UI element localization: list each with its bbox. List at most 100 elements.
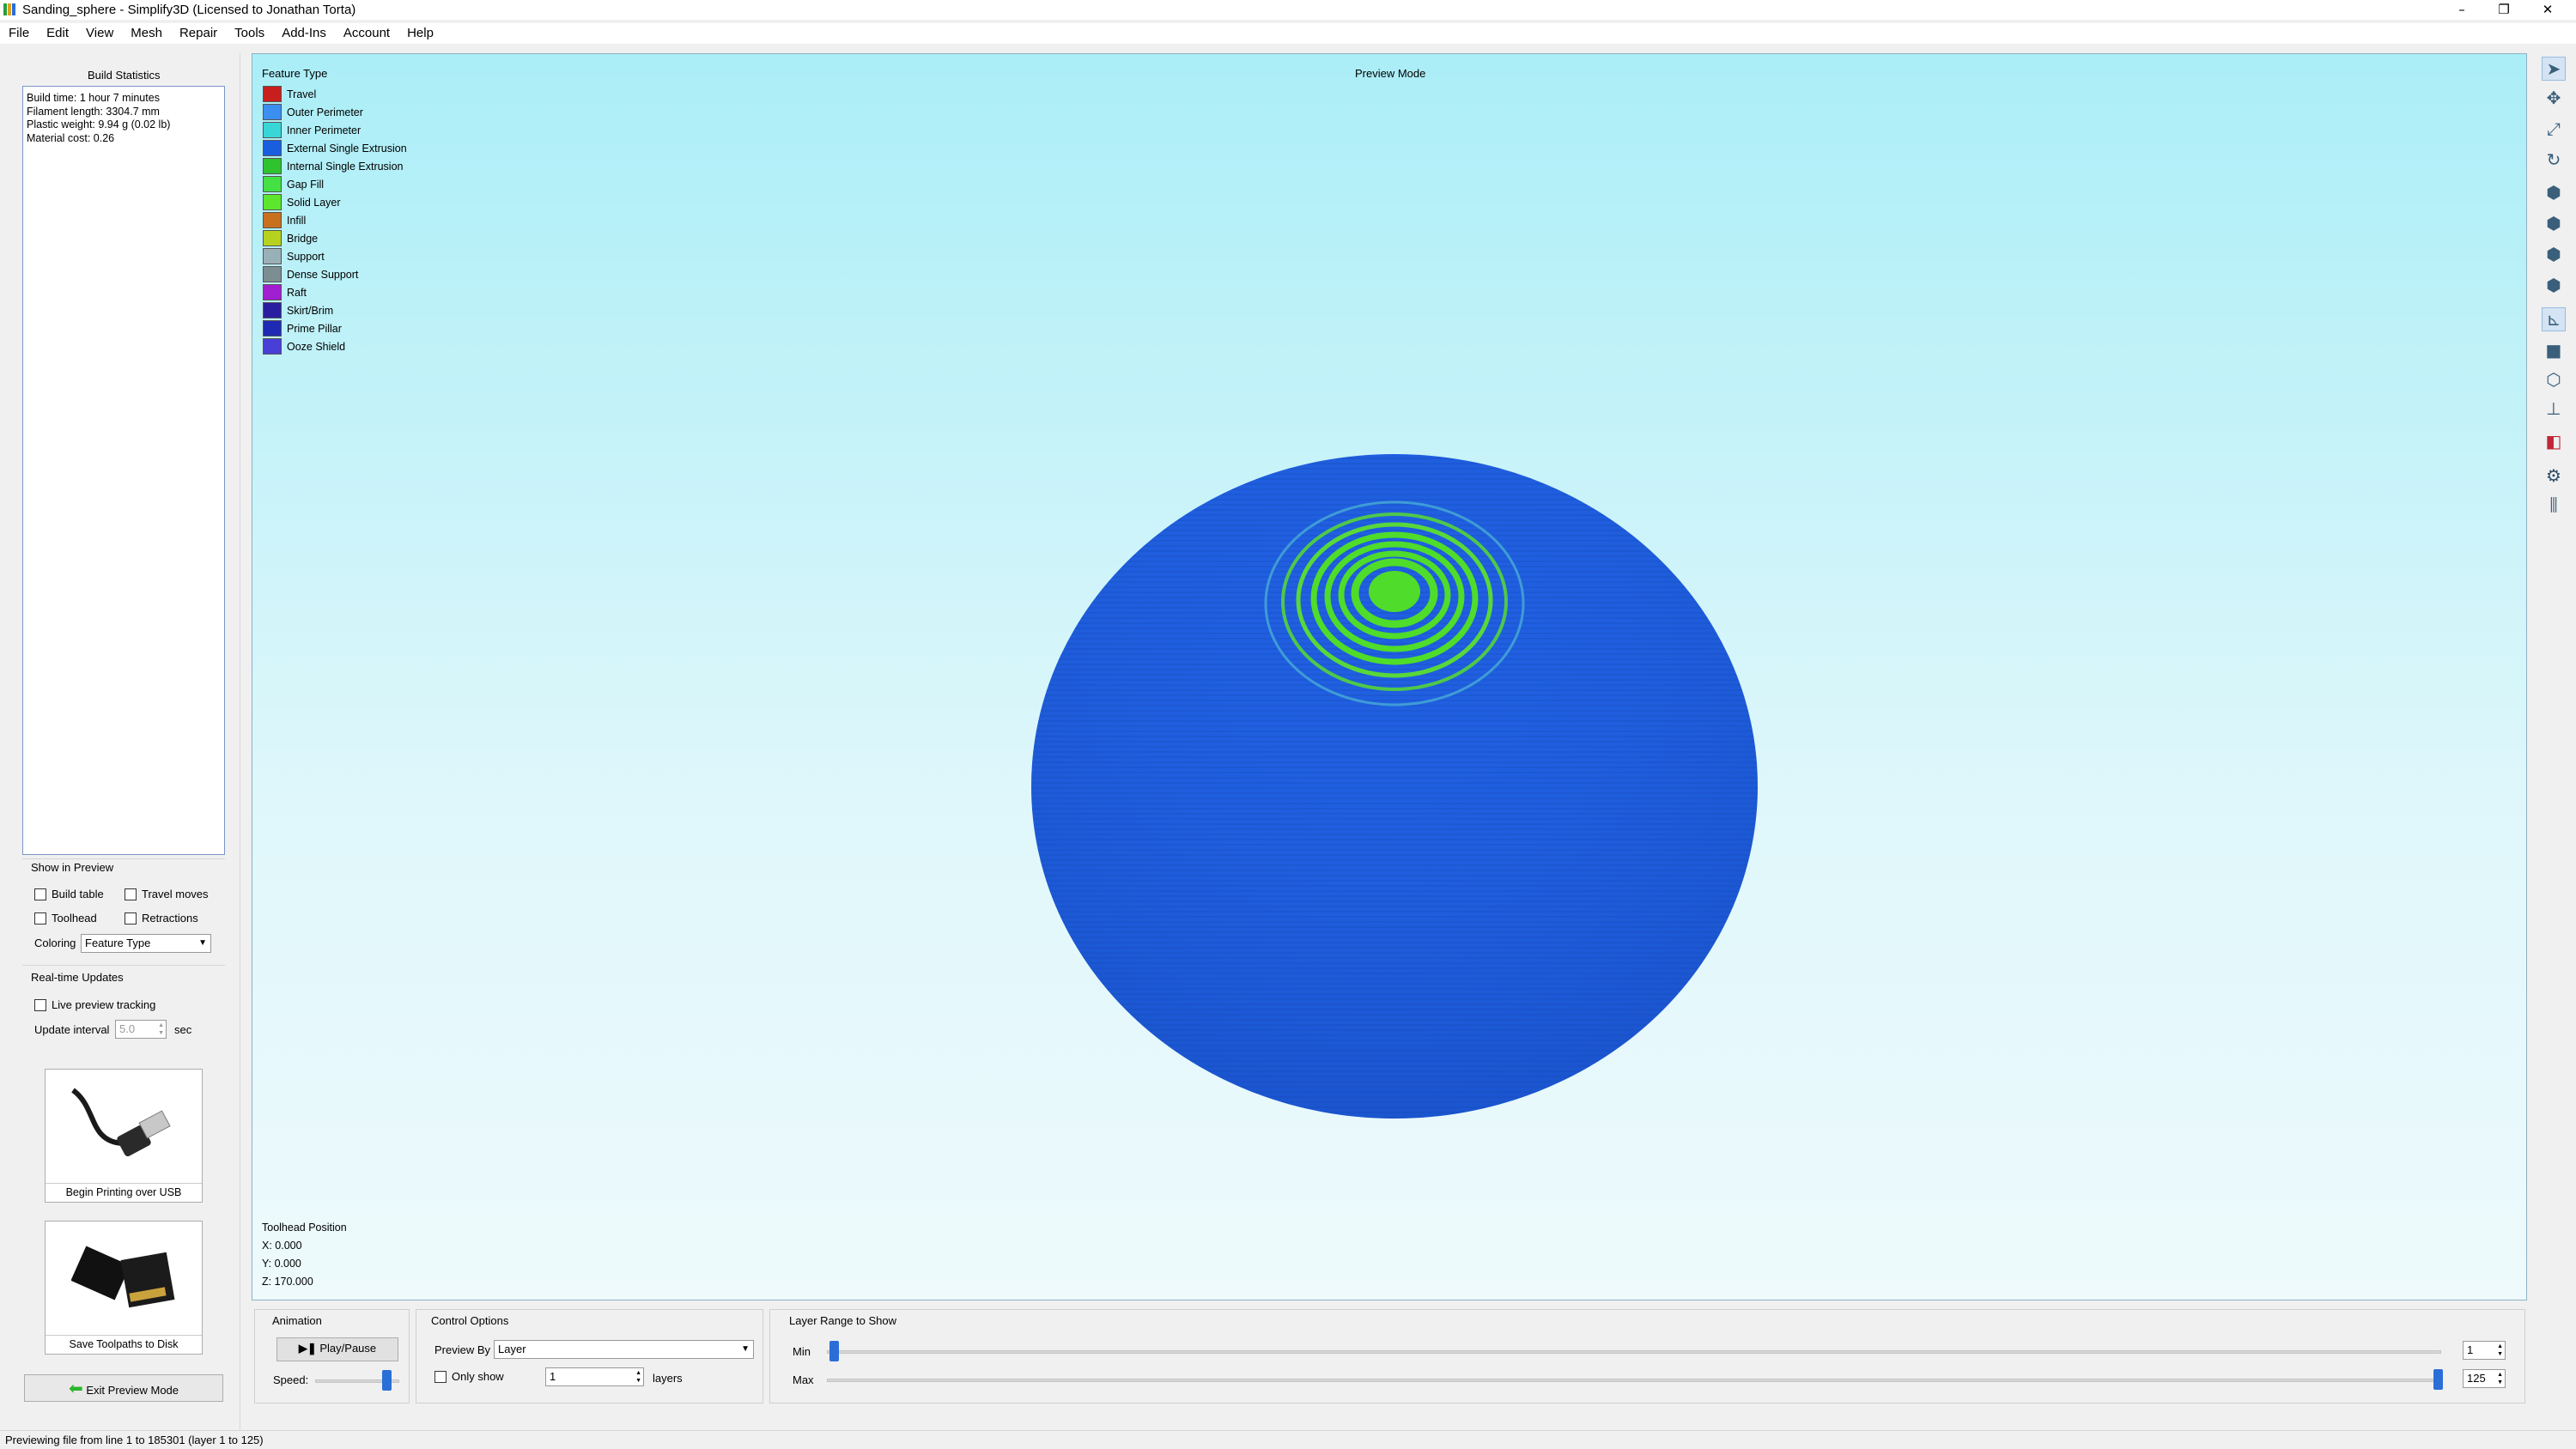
retractions-checkbox[interactable]: Retractions [125, 912, 198, 925]
window-title: Sanding_sphere - Simplify3D (Licensed to… [22, 3, 356, 17]
min-layer-slider-track[interactable] [827, 1350, 2441, 1354]
coloring-select[interactable]: Feature Type ▼ [81, 934, 211, 953]
restore-button[interactable]: ❐ [2484, 0, 2524, 20]
travel-moves-label: Travel moves [142, 888, 209, 900]
build-table-label: Build table [52, 888, 104, 900]
swatch [263, 230, 282, 246]
sphere-model[interactable] [1025, 397, 1884, 1170]
legend-title: Feature Type [262, 67, 328, 80]
realtime-header: Real-time Updates [31, 971, 124, 984]
spin-arrows-icon[interactable]: ▲ ▼ [2497, 1371, 2503, 1386]
legend-label: Inner Perimeter [287, 124, 361, 136]
max-layer-slider-track[interactable] [827, 1379, 2441, 1382]
checkbox-box[interactable] [34, 912, 46, 925]
min-layer-input[interactable]: 1 ▲ ▼ [2463, 1341, 2506, 1360]
select-tool-icon[interactable]: ➤ [2542, 57, 2566, 81]
swatch [263, 338, 282, 355]
menu-edit[interactable]: Edit [38, 23, 77, 44]
menu-bar: File Edit View Mesh Repair Tools Add-Ins… [0, 23, 2576, 44]
checkbox-box[interactable] [34, 998, 46, 1011]
view-front-icon[interactable]: ⬢ [2542, 211, 2566, 235]
build-table-icon[interactable]: ⊥ [2542, 397, 2566, 421]
save-toolpaths-button[interactable]: Save Toolpaths to Disk [45, 1221, 203, 1355]
stat-plastic-weight: Plastic weight: 9.94 g (0.02 lb) [27, 118, 171, 130]
bottom-panel: Animation ▶❚ Play/Pause Speed: Control O… [252, 1303, 2527, 1404]
build-stats-box: Build time: 1 hour 7 minutes Filament le… [22, 86, 225, 855]
menu-tools[interactable]: Tools [226, 23, 273, 44]
preview-viewport[interactable]: Preview Mode Feature Type Travel Outer P… [252, 53, 2527, 1300]
only-show-layers-input[interactable]: 1 ▲ ▼ [545, 1367, 644, 1386]
checkbox-box[interactable] [125, 912, 137, 925]
cross-section-icon[interactable]: ◧ [2542, 429, 2566, 453]
menu-mesh[interactable]: Mesh [122, 23, 171, 44]
back-arrow-icon: ⬅ [68, 1378, 83, 1398]
divider [22, 965, 225, 966]
title-bar: Sanding_sphere - Simplify3D (Licensed to… [0, 0, 2576, 20]
top-solid-layer [1369, 571, 1420, 612]
speed-slider-thumb[interactable] [382, 1370, 392, 1391]
spin-arrows-icon[interactable]: ▲ ▼ [158, 1022, 164, 1037]
app-icon [3, 3, 15, 15]
rotate-tool-icon[interactable]: ↻ [2542, 148, 2566, 172]
usb-cable-icon [71, 1088, 171, 1157]
travel-moves-checkbox[interactable]: Travel moves [125, 888, 209, 900]
solid-view-icon[interactable]: ■ [2542, 338, 2566, 362]
minimize-button[interactable]: – [2442, 0, 2482, 20]
legend-label: Outer Perimeter [287, 106, 363, 118]
checkbox-box[interactable] [34, 888, 46, 900]
menu-add-ins[interactable]: Add-Ins [273, 23, 335, 44]
view-iso-icon[interactable]: ⬢ [2542, 180, 2566, 204]
view-top-icon[interactable]: ⬢ [2542, 242, 2566, 266]
layer-range-header: Layer Range to Show [789, 1314, 897, 1327]
layers-label: layers [653, 1372, 683, 1385]
print-usb-label: Begin Printing over USB [46, 1183, 202, 1198]
menu-help[interactable]: Help [398, 23, 442, 44]
toolhead-position: Toolhead Position X: 0.000 Y: 0.000 Z: 1… [262, 1219, 347, 1291]
swatch [263, 86, 282, 102]
preview-by-select[interactable]: Layer ▼ [494, 1340, 754, 1359]
max-layer-slider-thumb[interactable] [2433, 1369, 2443, 1390]
build-table-checkbox[interactable]: Build table [34, 888, 104, 900]
spin-arrows-icon[interactable]: ▲ ▼ [635, 1369, 641, 1385]
play-pause-button[interactable]: ▶❚ Play/Pause [276, 1337, 398, 1361]
axes-toggle-icon[interactable]: ⊾ [2542, 307, 2566, 331]
layer-range-group [769, 1309, 2525, 1404]
swatch [263, 212, 282, 228]
save-toolpaths-label: Save Toolpaths to Disk [46, 1335, 202, 1350]
settings-gear-icon[interactable]: ⚙ [2542, 464, 2566, 488]
menu-account[interactable]: Account [335, 23, 398, 44]
toolhead-checkbox[interactable]: Toolhead [34, 912, 97, 925]
animation-header: Animation [272, 1314, 322, 1327]
legend-label: External Single Extrusion [287, 142, 407, 155]
legend-item-raft: Raft [263, 283, 407, 301]
print-usb-button[interactable]: Begin Printing over USB [45, 1069, 203, 1203]
menu-view[interactable]: View [77, 23, 122, 44]
interval-unit: sec [174, 1023, 192, 1036]
wireframe-view-icon[interactable]: ⬡ [2542, 367, 2566, 391]
view-side-icon[interactable]: ⬢ [2542, 273, 2566, 297]
menu-repair[interactable]: Repair [171, 23, 226, 44]
legend-item-gap-fill: Gap Fill [263, 175, 407, 193]
divider [22, 858, 225, 859]
show-in-preview-header: Show in Preview [31, 861, 114, 874]
exit-preview-button[interactable]: ⬅ Exit Preview Mode [24, 1374, 223, 1402]
spin-arrows-icon[interactable]: ▲ ▼ [2497, 1343, 2503, 1358]
coloring-value: Feature Type [85, 937, 151, 949]
supports-icon[interactable]: ⫼ [2542, 493, 2566, 517]
chevron-down-icon: ▼ [741, 1344, 750, 1354]
min-layer-slider-thumb[interactable] [829, 1341, 839, 1361]
swatch [263, 302, 282, 318]
legend-item-skirt-brim: Skirt/Brim [263, 301, 407, 319]
only-show-checkbox[interactable]: Only show [434, 1370, 504, 1383]
live-tracking-checkbox[interactable]: Live preview tracking [34, 998, 155, 1011]
move-tool-icon[interactable]: ✥ [2542, 86, 2566, 110]
update-interval-input[interactable]: 5.0 ▲ ▼ [115, 1020, 167, 1039]
only-show-label: Only show [452, 1370, 504, 1383]
max-layer-input[interactable]: 125 ▲ ▼ [2463, 1369, 2506, 1388]
checkbox-box[interactable] [434, 1370, 447, 1383]
scale-tool-icon[interactable]: ⤢ [2542, 117, 2566, 141]
swatch [263, 176, 282, 192]
close-button[interactable]: ✕ [2528, 0, 2567, 20]
checkbox-box[interactable] [125, 888, 137, 900]
menu-file[interactable]: File [0, 23, 38, 44]
